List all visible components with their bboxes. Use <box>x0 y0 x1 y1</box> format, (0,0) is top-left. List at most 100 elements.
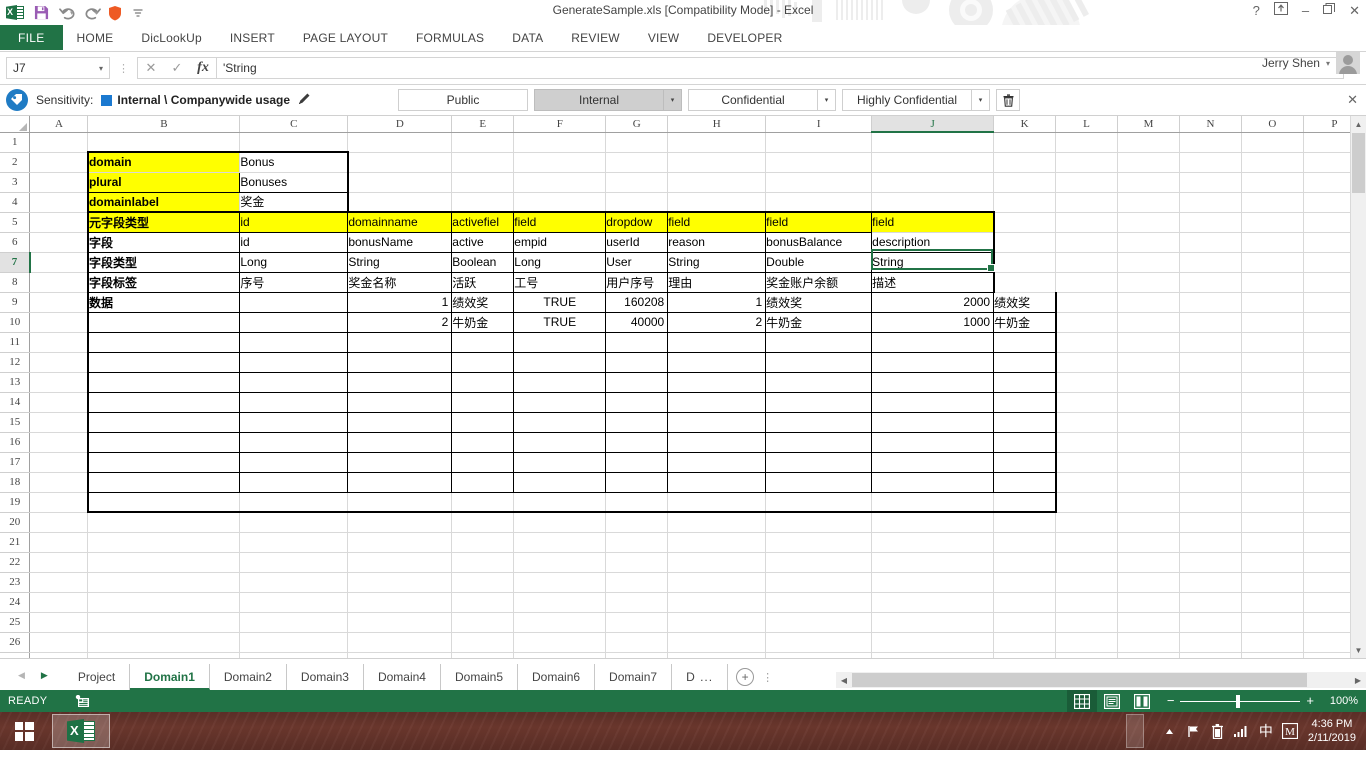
vertical-scroll-thumb[interactable] <box>1352 133 1365 193</box>
user-caret-icon[interactable]: ▾ <box>1326 59 1330 68</box>
cell-M14[interactable] <box>1117 392 1180 413</box>
cell-N5[interactable] <box>1179 212 1242 233</box>
cell-I13[interactable] <box>765 372 873 393</box>
cell-M20[interactable] <box>1117 512 1180 533</box>
cell-E22[interactable] <box>451 552 515 573</box>
enter-icon[interactable]: ✓ <box>164 58 190 78</box>
cell-C25[interactable] <box>239 612 349 633</box>
cell-M25[interactable] <box>1117 612 1180 633</box>
cell-B21[interactable] <box>87 532 241 553</box>
cell-G14[interactable] <box>605 392 669 413</box>
cell-F4[interactable] <box>513 192 607 213</box>
cell-D24[interactable] <box>347 592 453 613</box>
cell-B16[interactable] <box>86 432 241 453</box>
cell-F18[interactable] <box>513 472 607 493</box>
tab-review[interactable]: REVIEW <box>557 25 634 50</box>
cell-K23[interactable] <box>993 572 1057 593</box>
cell-G13[interactable] <box>605 372 669 393</box>
cell-F2[interactable] <box>513 152 607 173</box>
cell-F23[interactable] <box>513 572 607 593</box>
cell-J7[interactable]: String <box>871 252 995 273</box>
tray-scroll-handle[interactable] <box>1125 714 1144 748</box>
cell-C8[interactable]: 序号 <box>239 272 349 293</box>
cell-F9[interactable]: TRUE <box>513 292 607 313</box>
table-row[interactable]: 16 <box>0 432 1366 453</box>
cell-F12[interactable] <box>513 352 607 373</box>
sheet-tab-project[interactable]: Project <box>63 664 131 690</box>
cell-G23[interactable] <box>605 572 669 593</box>
cell-L15[interactable] <box>1055 412 1119 433</box>
cell-C16[interactable] <box>239 432 349 453</box>
cell-B13[interactable] <box>86 372 241 393</box>
cell-C17[interactable] <box>239 452 349 473</box>
cell-G10[interactable]: 40000 <box>605 312 669 333</box>
cell-F8[interactable]: 工号 <box>513 272 607 293</box>
cell-A13[interactable] <box>29 372 89 393</box>
cell-K7[interactable] <box>993 252 1057 273</box>
cell-G19[interactable] <box>605 492 669 513</box>
column-header-C[interactable]: C <box>239 116 349 133</box>
cell-L21[interactable] <box>1055 532 1119 553</box>
table-row[interactable]: 4 domainlabel 奖金 <box>0 192 1366 213</box>
cell-K15[interactable] <box>993 412 1057 433</box>
tab-page-layout[interactable]: PAGE LAYOUT <box>289 25 402 50</box>
cell-L11[interactable] <box>1055 332 1119 353</box>
cell-A23[interactable] <box>29 572 89 593</box>
cell-K6[interactable] <box>993 232 1057 253</box>
grid-table[interactable]: A B C D E F G H I J K L M N O P 1 2 doma… <box>0 116 1366 658</box>
row-header-13[interactable]: 13 <box>0 372 31 393</box>
cell-F16[interactable] <box>513 432 607 453</box>
cell-I18[interactable] <box>765 472 873 493</box>
cell-A11[interactable] <box>29 332 89 353</box>
cell-A9[interactable] <box>29 292 89 313</box>
cell-E2[interactable] <box>451 152 515 173</box>
cell-L24[interactable] <box>1055 592 1119 613</box>
cell-K22[interactable] <box>993 552 1057 573</box>
cell-E17[interactable] <box>451 452 515 473</box>
cell-D3[interactable] <box>347 172 453 193</box>
cell-D6[interactable]: bonusName <box>347 232 453 253</box>
cell-M15[interactable] <box>1117 412 1180 433</box>
cell-E11[interactable] <box>451 332 515 353</box>
cell-H17[interactable] <box>667 452 767 473</box>
cell-O20[interactable] <box>1241 512 1304 533</box>
cell-D22[interactable] <box>347 552 453 573</box>
cell-D19[interactable] <box>347 492 453 513</box>
sheet-tab-domain1[interactable]: Domain1 <box>130 664 210 690</box>
cell-L14[interactable] <box>1055 392 1119 413</box>
cell-N21[interactable] <box>1179 532 1242 553</box>
cell-A3[interactable] <box>29 172 89 193</box>
cell-N4[interactable] <box>1179 192 1242 213</box>
cell-O3[interactable] <box>1241 172 1304 193</box>
cell-C18[interactable] <box>239 472 349 493</box>
row-header-10[interactable]: 10 <box>0 312 31 333</box>
cell-J22[interactable] <box>871 552 995 573</box>
cell-K14[interactable] <box>993 392 1057 413</box>
cell-E16[interactable] <box>451 432 515 453</box>
column-header-N[interactable]: N <box>1179 116 1242 133</box>
cell-G6[interactable]: userId <box>605 232 669 253</box>
cancel-icon[interactable]: ✕ <box>138 58 164 78</box>
cell-O24[interactable] <box>1241 592 1304 613</box>
cell-C5[interactable]: id <box>239 211 349 233</box>
cell-K9[interactable]: 绩效奖 <box>993 292 1057 313</box>
row-header-4[interactable]: 4 <box>0 192 31 213</box>
cell-I4[interactable] <box>765 192 873 213</box>
cell-M11[interactable] <box>1117 332 1180 353</box>
start-button[interactable] <box>0 712 48 750</box>
cell-D9[interactable]: 1 <box>347 292 453 313</box>
cell-J17[interactable] <box>871 452 995 473</box>
scroll-left-icon[interactable]: ◀ <box>836 672 852 688</box>
tab-file[interactable]: FILE <box>0 25 63 50</box>
tab-data[interactable]: DATA <box>498 25 557 50</box>
cell-C15[interactable] <box>239 412 349 433</box>
cell-C20[interactable] <box>239 512 349 533</box>
cell-G4[interactable] <box>605 192 669 213</box>
cell-A4[interactable] <box>29 192 89 213</box>
cell-M7[interactable] <box>1117 252 1180 273</box>
row-header-2[interactable]: 2 <box>0 152 31 173</box>
cell-C12[interactable] <box>239 352 349 373</box>
cell-J5[interactable]: field <box>871 211 995 233</box>
cell-G18[interactable] <box>605 472 669 493</box>
cell-N19[interactable] <box>1179 492 1242 513</box>
